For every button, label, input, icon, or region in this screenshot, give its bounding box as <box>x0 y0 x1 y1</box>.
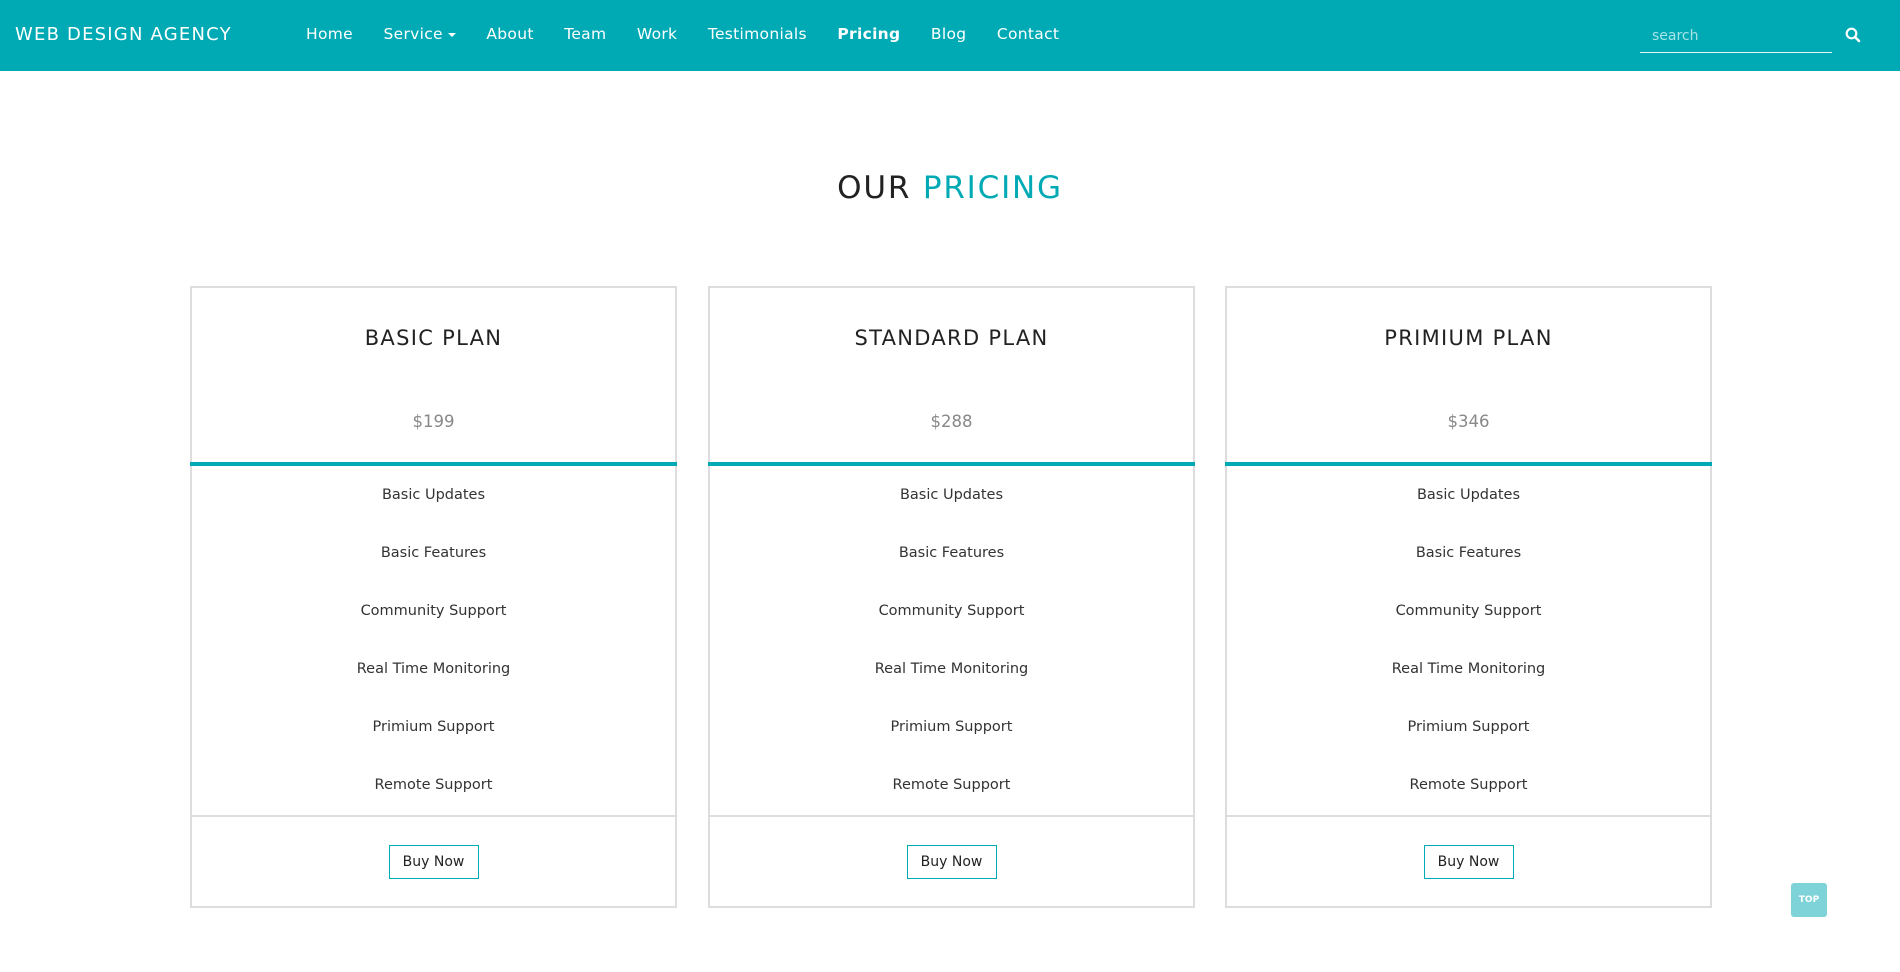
section-title: OUR PRICING <box>0 170 1900 206</box>
plan-footer: Buy Now <box>710 815 1193 908</box>
feature-item: Basic Updates <box>381 487 486 503</box>
nav-item-service[interactable]: Service <box>383 25 456 43</box>
search-icon-graphic <box>1845 27 1861 43</box>
search-icon[interactable] <box>1844 26 1862 44</box>
feature-item: Real Time Monitoring <box>356 661 511 677</box>
feature-item: Primium Support <box>372 719 495 735</box>
nav-item-home[interactable]: Home <box>306 25 353 43</box>
back-to-top-button[interactable]: TOP <box>1791 883 1827 917</box>
pricing-card-primium: PRIMIUM PLAN $346 Basic Updates Basic Fe… <box>1225 286 1712 908</box>
feature-item: Basic Updates <box>899 487 1004 503</box>
feature-item: Remote Support <box>1409 777 1528 793</box>
feature-item: Primium Support <box>890 719 1013 735</box>
main-nav: Home Service About Team Work Testimonial… <box>306 25 1090 43</box>
search-box <box>1640 20 1832 53</box>
feature-item: Basic Updates <box>1416 487 1521 503</box>
nav-item-team[interactable]: Team <box>564 25 606 43</box>
feature-item: Community Support <box>1395 603 1542 619</box>
plan-footer: Buy Now <box>192 815 675 908</box>
feature-item: Primium Support <box>1407 719 1530 735</box>
top-navbar: WEB DESIGN AGENCY Home Service About Tea… <box>0 0 1900 71</box>
nav-item-testimonials[interactable]: Testimonials <box>708 25 807 43</box>
buy-now-button[interactable]: Buy Now <box>388 845 479 879</box>
section-title-accent: PRICING <box>922 170 1063 206</box>
brand-logo-text[interactable]: WEB DESIGN AGENCY <box>15 24 232 45</box>
feature-item: Community Support <box>878 603 1025 619</box>
buy-now-button[interactable]: Buy Now <box>1423 845 1514 879</box>
nav-item-service-label: Service <box>383 25 443 43</box>
feature-item: Remote Support <box>892 777 1011 793</box>
nav-item-about[interactable]: About <box>486 25 533 43</box>
plan-price: $288 <box>930 412 973 431</box>
feature-list: Basic Updates Basic Features Community S… <box>710 466 1193 814</box>
plan-name: BASIC PLAN <box>364 326 503 350</box>
plan-price: $346 <box>1447 412 1490 431</box>
feature-item: Basic Features <box>898 545 1005 561</box>
nav-item-blog[interactable]: Blog <box>931 25 966 43</box>
pricing-card-basic: BASIC PLAN $199 Basic Updates Basic Feat… <box>190 286 677 908</box>
feature-list: Basic Updates Basic Features Community S… <box>192 466 675 814</box>
plan-name: STANDARD PLAN <box>854 326 1049 350</box>
nav-item-contact[interactable]: Contact <box>997 25 1059 43</box>
feature-item: Real Time Monitoring <box>874 661 1029 677</box>
caret-down-icon <box>447 32 456 37</box>
feature-list: Basic Updates Basic Features Community S… <box>1227 466 1710 814</box>
plan-footer: Buy Now <box>1227 815 1710 908</box>
feature-item: Real Time Monitoring <box>1391 661 1546 677</box>
plan-price: $199 <box>412 412 455 431</box>
plan-name: PRIMIUM PLAN <box>1384 326 1553 350</box>
feature-item: Remote Support <box>374 777 493 793</box>
nav-item-pricing[interactable]: Pricing <box>837 25 900 43</box>
feature-item: Basic Features <box>1415 545 1522 561</box>
pricing-card-standard: STANDARD PLAN $288 Basic Updates Basic F… <box>708 286 1195 908</box>
feature-item: Basic Features <box>380 545 487 561</box>
search-input[interactable] <box>1640 20 1832 52</box>
buy-now-button[interactable]: Buy Now <box>906 845 997 879</box>
nav-item-work[interactable]: Work <box>637 25 677 43</box>
section-title-prefix: OUR <box>837 170 912 206</box>
feature-item: Community Support <box>360 603 507 619</box>
